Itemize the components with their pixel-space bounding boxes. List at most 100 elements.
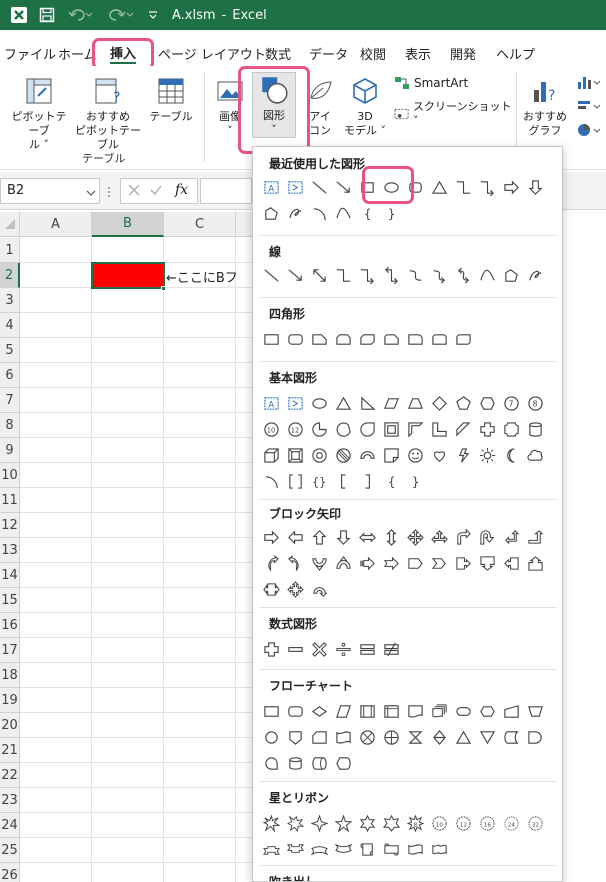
column-header-a[interactable]: A xyxy=(20,212,92,237)
double-arrow-line-icon[interactable] xyxy=(307,263,331,287)
u-turn-arrow-icon[interactable] xyxy=(475,525,499,549)
flowchart-sequential-storage-icon[interactable] xyxy=(259,751,283,775)
up-down-arrow-icon[interactable] xyxy=(379,525,403,549)
trapezoid-icon[interactable] xyxy=(403,391,427,415)
heart-icon[interactable] xyxy=(427,443,451,467)
star-10-point-icon[interactable]: 10 xyxy=(427,811,451,835)
minus-icon[interactable] xyxy=(283,637,307,661)
double-brace-icon[interactable]: {} xyxy=(307,469,331,493)
cloud-icon[interactable] xyxy=(523,443,547,467)
vertical-scroll-icon[interactable] xyxy=(355,837,379,861)
moon-icon[interactable] xyxy=(499,443,523,467)
tab-help[interactable]: ヘルプ xyxy=(496,42,535,64)
textbox-icon[interactable]: A xyxy=(259,175,283,199)
flowchart-summing-junction-icon[interactable] xyxy=(355,725,379,749)
no-symbol-icon[interactable] xyxy=(331,443,355,467)
vertical-textbox-icon[interactable] xyxy=(283,175,307,199)
row-header-13[interactable]: 13 xyxy=(0,538,20,563)
double-wave-icon[interactable] xyxy=(427,837,451,861)
row-header-10[interactable]: 10 xyxy=(0,463,20,488)
sun-icon[interactable] xyxy=(475,443,499,467)
quad-arrow-icon[interactable] xyxy=(403,525,427,549)
textbox-icon[interactable]: A xyxy=(259,391,283,415)
screenshot-button[interactable]: スクリーンショット ˅ xyxy=(394,100,514,128)
row-header-21[interactable]: 21 xyxy=(0,738,20,763)
flowchart-internal-storage-icon[interactable] xyxy=(379,699,403,723)
pivot-table-button[interactable]: ピボットテーブ ル ˅ xyxy=(8,76,70,152)
left-brace-icon[interactable]: { xyxy=(355,201,379,225)
right-triangle-icon[interactable] xyxy=(355,391,379,415)
flowchart-delay-icon[interactable] xyxy=(523,725,547,749)
round-same-side-rectangle-icon[interactable] xyxy=(427,327,451,351)
formula-input[interactable] xyxy=(200,178,252,204)
curved-right-arrow-icon[interactable] xyxy=(259,551,283,575)
cube-icon[interactable] xyxy=(259,443,283,467)
elbow-connector-icon[interactable] xyxy=(451,175,475,199)
pentagon-icon[interactable] xyxy=(451,391,475,415)
flowchart-alternate-process-icon[interactable] xyxy=(283,699,307,723)
left-up-arrow-icon[interactable] xyxy=(499,525,523,549)
left-bracket-icon[interactable] xyxy=(331,469,355,493)
row-header-17[interactable]: 17 xyxy=(0,638,20,663)
row-header-2[interactable]: 2 xyxy=(0,263,20,288)
row-header-8[interactable]: 8 xyxy=(0,413,20,438)
arrow-line-icon[interactable] xyxy=(283,263,307,287)
flowchart-direct-access-storage-icon[interactable] xyxy=(307,751,331,775)
tab-file[interactable]: ファイル xyxy=(4,42,56,64)
horizontal-scroll-icon[interactable] xyxy=(379,837,403,861)
star-7-point-icon[interactable] xyxy=(379,811,403,835)
snip-same-side-rectangle-icon[interactable] xyxy=(331,327,355,351)
right-arrow-icon[interactable] xyxy=(259,525,283,549)
save-icon[interactable] xyxy=(36,0,58,30)
row-header-16[interactable]: 16 xyxy=(0,613,20,638)
snip-diagonal-rectangle-icon[interactable] xyxy=(355,327,379,351)
line-icon[interactable] xyxy=(307,175,331,199)
flowchart-or-icon[interactable] xyxy=(379,725,403,749)
not-equal-icon[interactable] xyxy=(379,637,403,661)
excel-logo-icon[interactable] xyxy=(6,0,32,30)
can-icon[interactable] xyxy=(523,417,547,441)
redo-icon[interactable] xyxy=(104,0,138,30)
frame-icon[interactable] xyxy=(379,417,403,441)
row-header-25[interactable]: 25 xyxy=(0,838,20,863)
row-header-6[interactable]: 6 xyxy=(0,363,20,388)
ribbon-down-icon[interactable] xyxy=(283,837,307,861)
triangle-icon[interactable] xyxy=(331,391,355,415)
row-header-9[interactable]: 9 xyxy=(0,438,20,463)
select-all-corner[interactable] xyxy=(0,212,20,237)
right-brace-icon[interactable]: } xyxy=(379,201,403,225)
curved-connector-icon[interactable] xyxy=(403,263,427,287)
plaque-icon[interactable] xyxy=(499,417,523,441)
insert-function-icon[interactable]: fx xyxy=(175,182,188,198)
tab-page-layout[interactable]: ページ レイアウト xyxy=(158,42,266,64)
star-4-point-icon[interactable] xyxy=(307,811,331,835)
equal-icon[interactable] xyxy=(355,637,379,661)
round-corner-rectangle-icon[interactable] xyxy=(403,327,427,351)
enter-icon[interactable] xyxy=(149,183,163,200)
elbow-double-arrow-connector-icon[interactable] xyxy=(379,263,403,287)
curve-icon[interactable] xyxy=(331,201,355,225)
notched-right-arrow-icon[interactable] xyxy=(379,551,403,575)
column-header-b[interactable]: B xyxy=(92,212,164,237)
l-shape-icon[interactable] xyxy=(427,417,451,441)
ribbon-up-icon[interactable] xyxy=(259,837,283,861)
down-arrow-icon[interactable] xyxy=(331,525,355,549)
freeform-icon[interactable] xyxy=(499,263,523,287)
elbow-connector-icon[interactable] xyxy=(331,263,355,287)
folded-corner-icon[interactable] xyxy=(379,443,403,467)
curved-arrow-connector-icon[interactable] xyxy=(427,263,451,287)
heptagon-icon[interactable]: 7 xyxy=(499,391,523,415)
flowchart-offpage-connector-icon[interactable] xyxy=(283,725,307,749)
left-arrow-callout-icon[interactable] xyxy=(499,551,523,575)
donut-icon[interactable] xyxy=(307,443,331,467)
curved-down-arrow-icon[interactable] xyxy=(331,551,355,575)
flowchart-card-icon[interactable] xyxy=(307,725,331,749)
tab-data[interactable]: データ xyxy=(309,42,348,64)
row-header-1[interactable]: 1 xyxy=(0,238,20,263)
flowchart-magnetic-disk-icon[interactable] xyxy=(283,751,307,775)
tab-formulas[interactable]: 数式 xyxy=(265,42,291,64)
tab-review[interactable]: 校閲 xyxy=(360,42,386,64)
row-header-11[interactable]: 11 xyxy=(0,488,20,513)
row-header-23[interactable]: 23 xyxy=(0,788,20,813)
chord-icon[interactable] xyxy=(331,417,355,441)
